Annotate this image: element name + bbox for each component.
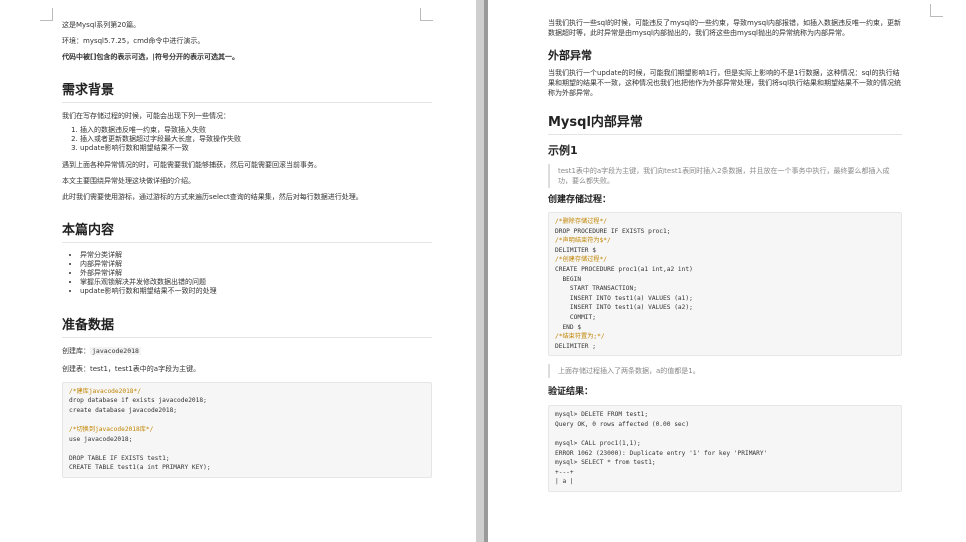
code-line: /*删除存储过程*/ — [555, 218, 608, 225]
crop-mark — [40, 8, 53, 21]
code-line: | a | — [555, 478, 574, 486]
crop-mark — [930, 4, 943, 17]
create-db-value: javacode2018 — [90, 346, 141, 355]
create-db-label: 创建库： — [62, 346, 90, 355]
list-item: 异常分类详解 — [80, 251, 432, 260]
code-line: END $ — [555, 323, 582, 331]
background-paragraph: 遇到上面各种异常情况的时，可能需要我们能够捕获，然后可能需要回滚当前事务。 — [62, 160, 321, 169]
code-line: BEGIN — [555, 275, 582, 283]
create-db-line: 创建库： javacode2018 — [62, 346, 432, 356]
list-item: update影响行数和期望结果不一致 — [80, 144, 432, 153]
code-line: CREATE TABLE test1(a int PRIMARY KEY); — [69, 464, 211, 472]
code-line: +---+ — [555, 468, 574, 476]
syntax-note: 代码中被[]包含的表示可选，|符号分开的表示可选其一。 — [62, 53, 239, 61]
list-item: 内部异常详解 — [80, 260, 432, 269]
code-line: DROP TABLE IF EXISTS test1; — [69, 454, 170, 462]
code-line: mysql> CALL proc1(1,1); — [555, 440, 641, 448]
code-line: START TRANSACTION; — [555, 285, 637, 293]
code-line: DROP PROCEDURE IF EXISTS proc1; — [555, 227, 671, 235]
internal-exception-paragraph: 当我们执行一些sql的时候，可能违反了mysql的一些约束，导致mysql内部报… — [548, 19, 902, 37]
code-line: mysql> SELECT * from test1; — [555, 459, 656, 467]
code-line: INSERT INTO test1(a) VALUES (a2); — [555, 304, 693, 312]
code-line: drop database if exists javacode2018; — [69, 397, 207, 405]
code-line: /*结束符置为;*/ — [555, 333, 605, 341]
example-description: test1表中的a字段为主键，我们向test1表同时插入2条数据，并且放在一个事… — [548, 164, 902, 188]
contents-list: 异常分类详解 内部异常详解 外部异常详解 掌握乐观锁解决并发修改数据出错的问题 … — [62, 251, 432, 297]
procedure-note: 上面存储过程插入了两条数据，a的值都是1。 — [548, 364, 902, 379]
list-item: update影响行数和期望结果不一致时的处理 — [80, 287, 432, 296]
code-line: /*创建存储过程*/ — [555, 256, 608, 264]
verify-result-title: 验证结果： — [548, 387, 594, 398]
example-title: 示例1 — [548, 144, 578, 157]
section-title-mysql-internal: Mysql内部异常 — [548, 114, 902, 135]
code-block-procedure: /*删除存储过程*/ DROP PROCEDURE IF EXISTS proc1… — [548, 212, 902, 357]
code-line: COMMIT; — [555, 313, 596, 321]
create-procedure-title: 创建存储过程： — [548, 195, 612, 205]
code-block-verify: mysql> DELETE FROM test1; Query OK, 0 row… — [548, 405, 902, 493]
code-line: /*声明结束符为$*/ — [555, 237, 611, 245]
code-block-setup: /*建库javacode2018*/ drop database if exist… — [62, 381, 432, 478]
section-title-external-exception: 外部异常 — [548, 49, 592, 62]
list-item: 外部异常详解 — [80, 269, 432, 278]
code-line: CREATE PROCEDURE proc1(a1 int,a2 int) — [555, 265, 693, 273]
code-line: create database javacode2018; — [69, 406, 178, 414]
code-line: ERROR 1062 (23000): Duplicate entry '1' … — [555, 449, 768, 457]
code-line: /*建库javacode2018*/ — [69, 387, 141, 395]
background-paragraph: 我们在写存储过程的时候，可能会出现下列一些情况： — [62, 112, 230, 120]
code-line: DELIMITER $ — [555, 246, 596, 254]
section-title-contents: 本篇内容 — [62, 222, 432, 243]
background-paragraph: 此时我们需要使用游标，通过游标的方式来遍历select查询的结果集，然后对每行数… — [62, 192, 363, 201]
list-item: 插入的数据违反唯一约束，导致插入失败 — [80, 126, 432, 135]
external-exception-paragraph: 当我们执行一个update的时候，可能我们期望影响1行，但是实际上影响的不是1行… — [548, 69, 902, 97]
code-line: mysql> DELETE FROM test1; — [555, 411, 649, 419]
crop-mark — [420, 8, 433, 21]
background-list: 插入的数据违反唯一约束，导致插入失败 插入或者更新数据超过字段最大长度，导致操作… — [62, 126, 432, 154]
code-line: DELIMITER ; — [555, 342, 596, 350]
code-line: /*切换到javacode2018库*/ — [69, 426, 154, 433]
code-line: Query OK, 0 rows affected (0.00 sec) — [555, 420, 690, 428]
background-paragraph: 本文主要围绕异常处理这块做详细的介绍。 — [62, 176, 195, 185]
section-title-background: 需求背景 — [62, 82, 432, 103]
environment-paragraph: 环境：mysql5.7.25，cmd命令中进行演示。 — [62, 37, 205, 45]
code-line: use javacode2018; — [69, 435, 133, 443]
section-title-prepare-data: 准备数据 — [62, 317, 432, 338]
document-page-right: 当我们执行一些sql的时候，可能违反了mysql的一些约束，导致mysql内部报… — [488, 0, 966, 542]
code-line: INSERT INTO test1(a) VALUES (a1); — [555, 294, 693, 302]
create-table-line: 创建表：test1，test1表中的a字段为主键。 — [62, 364, 201, 373]
document-page-left: 这是Mysql系列第20篇。 环境：mysql5.7.25，cmd命令中进行演示… — [0, 0, 476, 542]
intro-paragraph: 这是Mysql系列第20篇。 — [62, 21, 141, 29]
